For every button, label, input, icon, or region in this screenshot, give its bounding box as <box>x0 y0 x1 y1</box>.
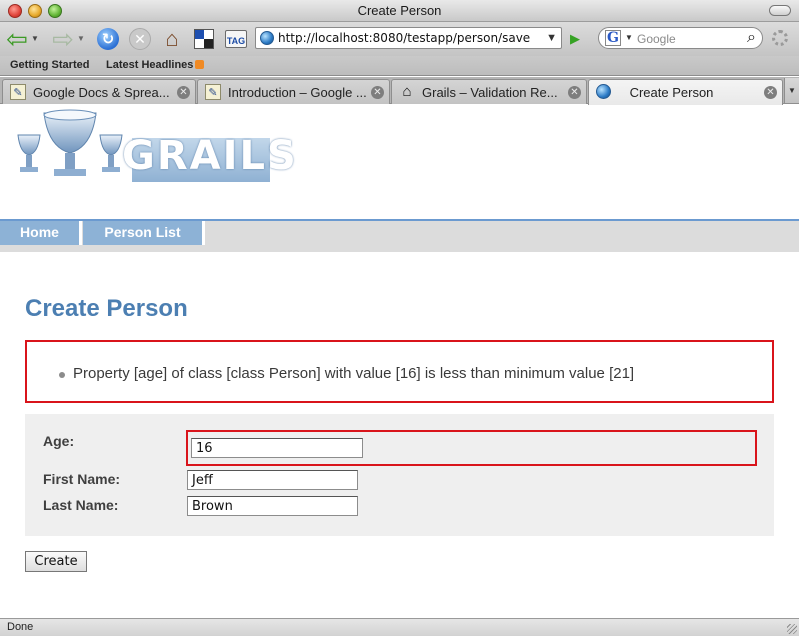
window-title-bar: Create Person <box>0 0 799 22</box>
tab-label: Google Docs & Sprea... <box>33 85 170 100</box>
bookmark-latest-headlines[interactable]: Latest Headlines <box>106 59 205 71</box>
last-name-input[interactable]: Brown <box>187 496 358 516</box>
extension-icon <box>194 29 214 49</box>
trophy-cups-icon <box>17 109 123 176</box>
age-label: Age: <box>43 433 75 449</box>
last-name-label: Last Name: <box>43 497 119 513</box>
url-bar[interactable]: http://localhost:8080/testapp/person/sav… <box>255 27 562 49</box>
bookmark-label: Latest Headlines <box>106 59 194 71</box>
bookmarks-bar: Getting Started Latest Headlines <box>0 56 799 76</box>
first-name-input[interactable]: Jeff <box>187 470 358 490</box>
tab-introduction[interactable]: ✎ Introduction – Google ... ✕ <box>197 79 390 104</box>
engine-dropdown-icon[interactable]: ▼ <box>625 33 633 42</box>
tag-icon: TAG <box>224 30 248 48</box>
bookmark-getting-started[interactable]: Getting Started <box>10 59 89 71</box>
error-message-box: Property [age] of class [class Person] w… <box>25 340 774 403</box>
search-icon[interactable]: ⌕ <box>747 29 756 47</box>
error-message: Property [age] of class [class Person] w… <box>73 365 635 382</box>
main-nav: Home Person List <box>0 219 799 252</box>
person-form: Age: 16 First Name: Jeff Last Name: Brow… <box>25 414 774 536</box>
tag-button[interactable]: TAG <box>224 27 248 51</box>
stop-icon: ✕ <box>129 28 151 50</box>
back-history-dropdown-icon[interactable]: ▼ <box>30 27 40 51</box>
nav-person-list-link[interactable]: Person List <box>83 221 202 245</box>
reload-button[interactable]: ↻ <box>96 27 120 51</box>
document-icon: ✎ <box>205 84 221 100</box>
tab-list-dropdown-icon[interactable]: ▼ <box>784 78 799 103</box>
tab-label: Create Person <box>629 85 714 100</box>
back-arrow-icon[interactable]: ⇦ <box>4 26 30 52</box>
forward-arrow-icon[interactable]: ⇨ <box>50 26 76 52</box>
url-history-dropdown-icon[interactable]: ▼ <box>546 32 557 44</box>
stop-button[interactable]: ✕ <box>128 27 152 51</box>
grails-logo[interactable]: GRAILS <box>14 109 296 187</box>
search-bar[interactable]: G ▼ Google ⌕ <box>598 27 763 49</box>
window-title: Create Person <box>357 3 442 18</box>
status-text: Done <box>7 621 34 633</box>
nav-home-link[interactable]: Home <box>0 221 79 245</box>
age-input[interactable]: 16 <box>191 438 363 458</box>
forward-history-dropdown-icon[interactable]: ▼ <box>76 27 86 51</box>
resize-grip-icon[interactable] <box>787 624 797 634</box>
document-icon: ✎ <box>10 84 26 100</box>
go-arrow-icon[interactable]: ▶ <box>566 30 584 48</box>
google-engine-icon[interactable]: G <box>605 30 621 46</box>
tab-grails-validation[interactable]: ⌂ Grails – Validation Re... ✕ <box>391 79 587 104</box>
tab-close-icon[interactable]: ✕ <box>568 86 581 99</box>
error-bullet-icon <box>59 372 65 378</box>
nav-separator <box>79 221 82 245</box>
page-title: Create Person <box>25 295 188 322</box>
home-icon[interactable]: ⌂ <box>160 27 184 51</box>
loading-spinner-icon <box>772 30 788 46</box>
reload-icon: ↻ <box>97 28 119 50</box>
tab-google-docs[interactable]: ✎ Google Docs & Sprea... ✕ <box>2 79 196 104</box>
rss-icon <box>195 60 205 69</box>
first-name-label: First Name: <box>43 471 121 487</box>
page-content: GRAILS Home Person List Create Person Pr… <box>0 105 799 618</box>
tab-close-icon[interactable]: ✕ <box>371 86 384 99</box>
tab-strip: ✎ Google Docs & Sprea... ✕ ✎ Introductio… <box>0 77 799 105</box>
tab-label: Introduction – Google ... <box>228 85 367 100</box>
search-input[interactable]: Google <box>637 32 676 46</box>
toolbar-toggle-button[interactable] <box>769 5 791 16</box>
house-icon: ⌂ <box>402 83 412 100</box>
url-text[interactable]: http://localhost:8080/testapp/person/sav… <box>278 31 530 45</box>
tab-close-icon[interactable]: ✕ <box>764 86 777 99</box>
extension-button[interactable] <box>193 27 215 51</box>
tab-create-person[interactable]: Create Person ✕ <box>588 79 783 105</box>
status-bar: Done <box>0 618 799 636</box>
tab-label: Grails – Validation Re... <box>422 85 558 100</box>
nav-separator <box>202 221 205 245</box>
logo-text: GRAILS <box>122 133 298 179</box>
site-globe-icon <box>260 31 274 45</box>
create-button[interactable]: Create <box>25 551 87 572</box>
tab-close-icon[interactable]: ✕ <box>177 86 190 99</box>
